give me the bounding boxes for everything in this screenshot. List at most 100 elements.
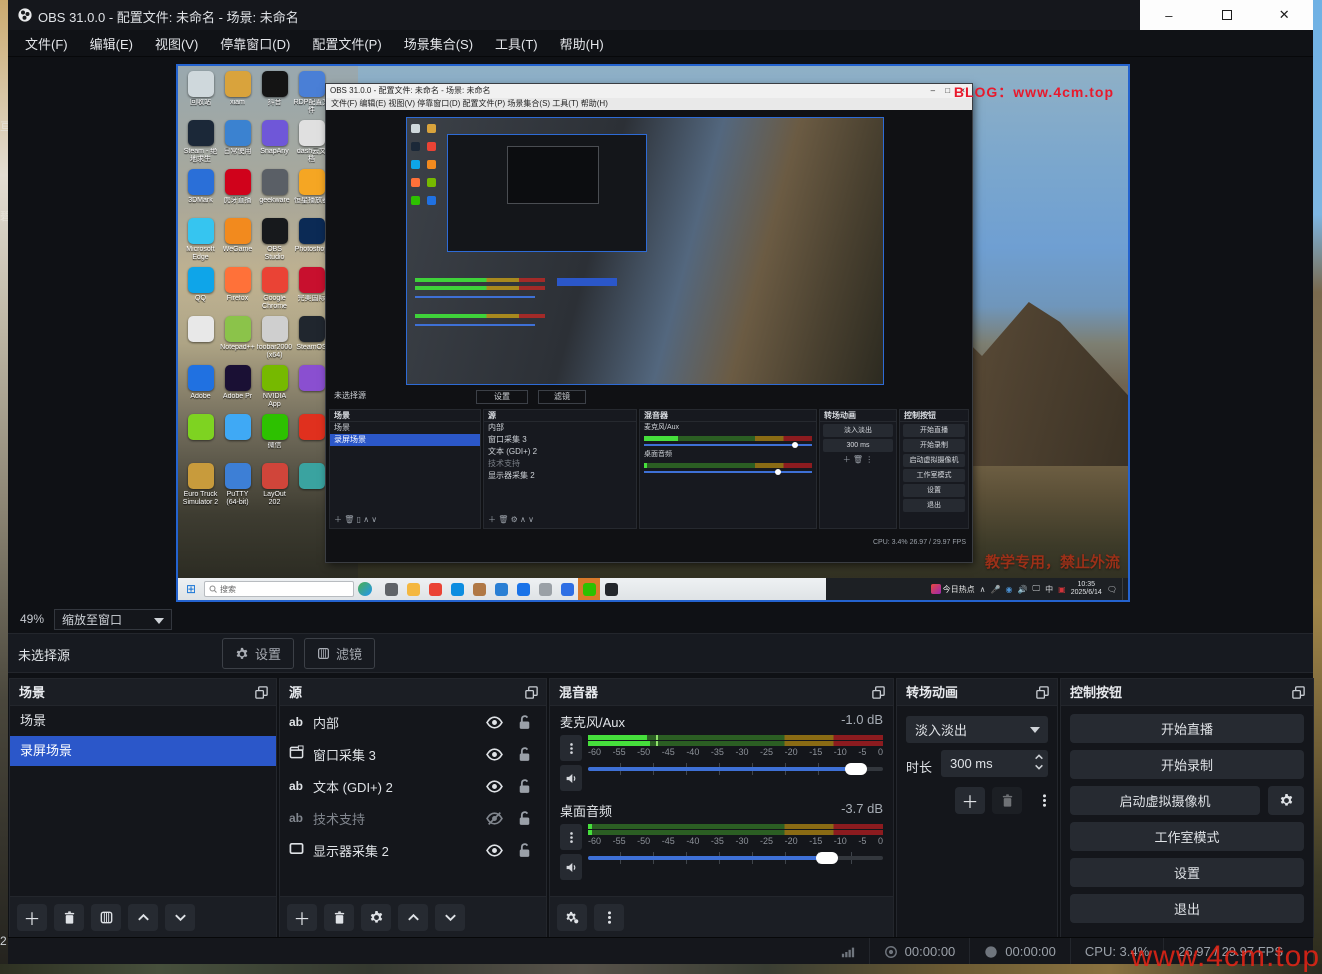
virtual-camera-config-button[interactable] <box>1268 786 1304 815</box>
source-properties-gear-button[interactable] <box>361 904 391 931</box>
taskbar-app-icon <box>534 578 556 600</box>
desktop-icon: RDP配置文件 <box>293 68 330 117</box>
nested-sources-panel: 源 内部 窗口采集 3 文本 (GDI+) 2 技术支持 显示器采集 2 ＋ 🗑… <box>484 410 636 528</box>
teaching-watermark: 教学专用，禁止外流 <box>985 551 1120 572</box>
move-scene-down-button[interactable] <box>165 904 195 931</box>
popout-icon[interactable] <box>524 685 539 700</box>
nested-scenes-panel: 场景 场景 录屏场景 ＋ 🗑 ▯ ∧ ∨ <box>330 410 480 528</box>
add-transition-button[interactable]: ＋ <box>955 787 985 814</box>
menu-scene-collection[interactable]: 场景集合(S) <box>393 30 484 56</box>
remove-transition-button[interactable] <box>992 787 1022 814</box>
volume-slider-handle[interactable] <box>816 852 838 864</box>
popout-icon[interactable] <box>254 685 269 700</box>
source-properties-button[interactable]: 设置 <box>222 638 294 669</box>
lock-icon[interactable] <box>511 714 537 731</box>
record-status-icon <box>984 945 998 959</box>
taskbar-icons <box>380 578 622 600</box>
visibility-eye-icon[interactable] <box>477 842 511 859</box>
mini-meter <box>415 278 545 282</box>
gear-icon <box>235 647 249 661</box>
duration-spinbox[interactable]: 300 ms <box>941 750 1048 777</box>
channel-menu-button[interactable] <box>560 824 582 850</box>
taskbar-tray: 今日热点 ∧🎤 ◉🔊🖵 中 ▣ 10:35 2025/6/14 🗨 <box>826 578 1128 600</box>
popout-icon[interactable] <box>1035 685 1050 700</box>
menu-edit[interactable]: 编辑(E) <box>79 30 144 56</box>
meter-tick-label: -20 <box>785 836 798 848</box>
source-row[interactable]: 窗口采集 3 <box>280 738 546 770</box>
start-streaming-button[interactable]: 开始直播 <box>1070 714 1304 743</box>
desktop-icon: 3DMark <box>182 166 219 215</box>
menu-profile[interactable]: 配置文件(P) <box>301 30 392 56</box>
source-filters-button[interactable]: 滤镜 <box>304 638 375 669</box>
window-title: OBS 31.0.0 - 配置文件: 未命名 - 场景: 未命名 <box>38 7 299 26</box>
display-capture-icon <box>289 841 313 859</box>
speaker-icon[interactable] <box>560 854 582 880</box>
volume-slider[interactable] <box>588 850 883 866</box>
advanced-audio-button[interactable] <box>557 904 587 931</box>
lock-icon[interactable] <box>511 810 537 827</box>
mixer-menu-button[interactable] <box>594 904 624 931</box>
menu-view[interactable]: 视图(V) <box>144 30 209 56</box>
sources-toolbar: ＋ <box>280 896 546 937</box>
desktop-icon: 回收站 <box>182 68 219 117</box>
start-virtual-camera-button[interactable]: 启动虚拟摄像机 <box>1070 786 1260 815</box>
mini-slider <box>415 296 535 298</box>
move-source-down-button[interactable] <box>435 904 465 931</box>
move-scene-up-button[interactable] <box>128 904 158 931</box>
source-row-hidden[interactable]: ab 技术支持 <box>280 802 546 834</box>
zoom-mode-select[interactable]: 缩放至窗口 <box>54 609 172 630</box>
titlebar[interactable]: OBS 31.0.0 - 配置文件: 未命名 - 场景: 未命名 – ✕ <box>8 0 1313 30</box>
scene-item[interactable]: 场景 <box>10 706 276 736</box>
transition-select[interactable]: 淡入淡出 <box>906 716 1048 743</box>
desktop-icon: dash云文档 <box>293 117 330 166</box>
lock-icon[interactable] <box>511 746 537 763</box>
volume-slider[interactable] <box>588 761 883 777</box>
remove-source-button[interactable] <box>324 904 354 931</box>
volume-slider-handle[interactable] <box>845 763 867 775</box>
desktop-icon <box>182 411 219 460</box>
zoom-percent: 49% <box>20 612 44 626</box>
remove-scene-button[interactable] <box>54 904 84 931</box>
text-source-icon: ab <box>289 779 313 793</box>
visibility-eye-slash-icon[interactable] <box>477 810 511 827</box>
close-button[interactable]: ✕ <box>1255 0 1313 30</box>
meter-tick-label: -25 <box>760 747 773 759</box>
visibility-eye-icon[interactable] <box>477 746 511 763</box>
exit-button[interactable]: 退出 <box>1070 894 1304 923</box>
preview-canvas[interactable]: 回收站xiam抖音RDP配置文件Steam - 绝地求生日常使用SnapAnyd… <box>176 64 1130 602</box>
visibility-eye-icon[interactable] <box>477 714 511 731</box>
meter-tick-label: 0 <box>878 836 883 848</box>
meter-scale: -60-55-50-45-40-35-30-25-20-15-10-50 <box>588 836 883 848</box>
transition-menu-button[interactable] <box>1029 787 1059 814</box>
popout-icon[interactable] <box>1291 685 1306 700</box>
menu-help[interactable]: 帮助(H) <box>549 30 615 56</box>
studio-mode-button[interactable]: 工作室模式 <box>1070 822 1304 851</box>
scene-filters-button[interactable] <box>91 904 121 931</box>
scene-item-selected[interactable]: 录屏场景 <box>10 736 276 766</box>
source-row[interactable]: ab 内部 <box>280 706 546 738</box>
popout-icon[interactable] <box>871 685 886 700</box>
channel-menu-button[interactable] <box>560 735 582 761</box>
source-row[interactable]: 显示器采集 2 <box>280 834 546 866</box>
menu-file[interactable]: 文件(F) <box>14 30 79 56</box>
settings-button[interactable]: 设置 <box>1070 858 1304 887</box>
spin-arrows[interactable] <box>1034 753 1044 771</box>
maximize-button[interactable] <box>1198 0 1256 30</box>
menu-tools[interactable]: 工具(T) <box>484 30 549 56</box>
menu-docks[interactable]: 停靠窗口(D) <box>209 30 301 56</box>
taskbar-app-icon <box>446 578 468 600</box>
move-source-up-button[interactable] <box>398 904 428 931</box>
meter-tick-label: -35 <box>711 836 724 848</box>
start-recording-button[interactable]: 开始录制 <box>1070 750 1304 779</box>
meter-tick-label: -5 <box>858 836 866 848</box>
visibility-eye-icon[interactable] <box>477 778 511 795</box>
source-row[interactable]: ab 文本 (GDI+) 2 <box>280 770 546 802</box>
add-source-button[interactable]: ＋ <box>287 904 317 931</box>
meter-scale: -60-55-50-45-40-35-30-25-20-15-10-50 <box>588 747 883 759</box>
speaker-icon[interactable] <box>560 765 582 791</box>
no-source-label: 未选择源 <box>18 645 70 664</box>
lock-icon[interactable] <box>511 778 537 795</box>
add-scene-button[interactable]: ＋ <box>17 904 47 931</box>
lock-icon[interactable] <box>511 842 537 859</box>
minimize-button[interactable]: – <box>1140 0 1198 30</box>
